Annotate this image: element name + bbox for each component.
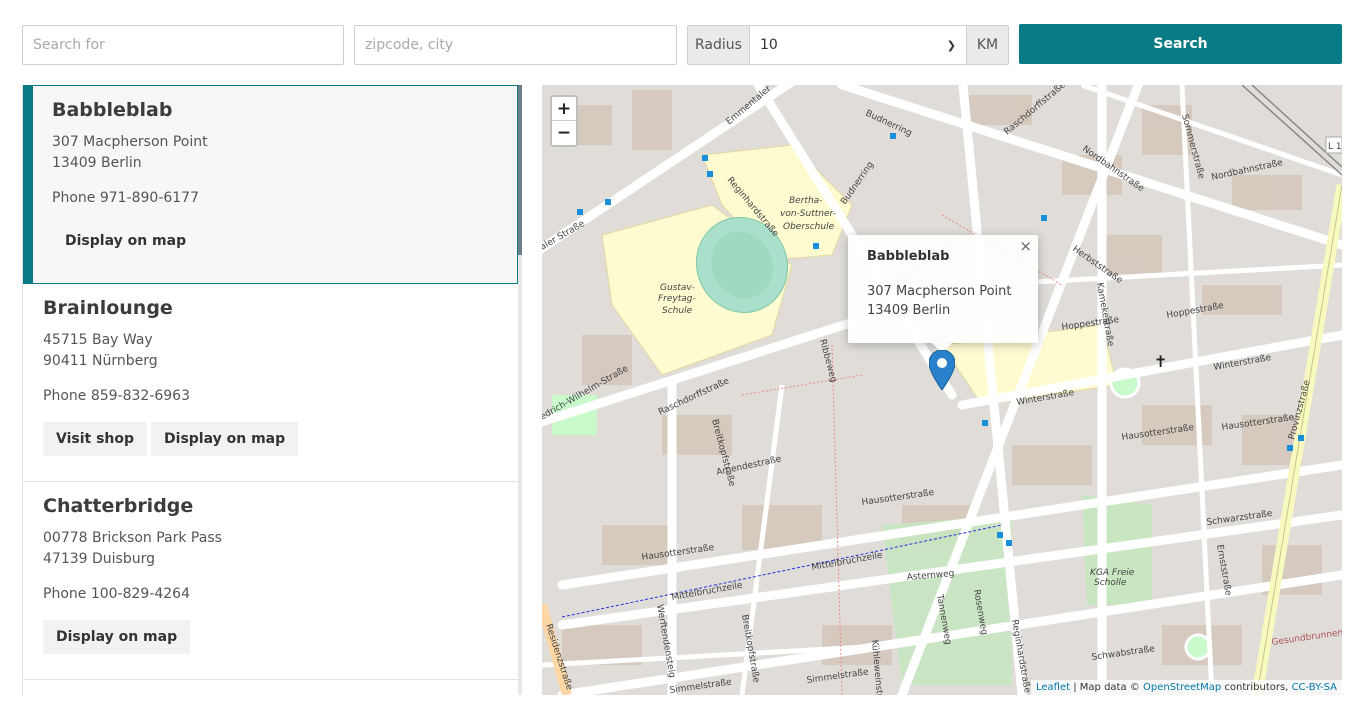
- svg-text:L 1: L 1: [1328, 142, 1342, 152]
- svg-text:Gustav-: Gustav-: [660, 283, 695, 293]
- visit-shop-button[interactable]: Visit shop: [43, 422, 148, 456]
- store-phone: Phone 100-829-4264: [43, 586, 190, 602]
- store-street: 00778 Brickson Park Pass: [43, 530, 222, 546]
- svg-text:KGA Freie: KGA Freie: [1090, 568, 1135, 578]
- radius-select[interactable]: 10 ❯: [750, 25, 967, 65]
- store-actions: Display on map: [43, 620, 518, 654]
- radius-unit: KM: [967, 25, 1009, 65]
- store-name: Babbleblab: [52, 99, 173, 121]
- popup-title: Babbleblab: [867, 249, 950, 264]
- store-list[interactable]: Babbleblab 307 Macpherson Point 13409 Be…: [22, 85, 522, 695]
- store-item-chatterbridge[interactable]: Chatterbridge 00778 Brickson Park Pass 4…: [23, 482, 518, 680]
- store-address: 307 Macpherson Point 13409 Berlin: [52, 132, 517, 174]
- svg-text:Bertha-: Bertha-: [789, 196, 822, 206]
- store-name: Chatterbridge: [43, 495, 194, 517]
- store-street: 307 Macpherson Point: [52, 134, 208, 150]
- store-item-babbleblab[interactable]: Babbleblab 307 Macpherson Point 13409 Be…: [23, 85, 518, 284]
- map-attribution: Leaflet | Map data © OpenStreetMap contr…: [1031, 680, 1342, 695]
- osm-link[interactable]: OpenStreetMap: [1143, 682, 1221, 693]
- store-address: 45715 Bay Way 90411 Nürnberg: [43, 330, 518, 372]
- svg-text:von-Suttner-: von-Suttner-: [780, 209, 836, 219]
- leaflet-link[interactable]: Leaflet: [1036, 682, 1070, 693]
- chevron-down-icon: ❯: [946, 38, 956, 52]
- list-scrollbar[interactable]: [518, 85, 522, 695]
- store-street: 45715 Bay Way: [43, 332, 153, 348]
- license-link[interactable]: CC-BY-SA: [1292, 682, 1337, 693]
- zoom-in-button[interactable]: +: [552, 97, 576, 121]
- svg-text:Freytag-: Freytag-: [658, 294, 696, 304]
- popup-address: 307 Macpherson Point 13409 Berlin: [867, 282, 1019, 320]
- radius-value: 10: [760, 37, 778, 53]
- zoom-control: + −: [550, 95, 578, 147]
- map-popup: × Babbleblab 307 Macpherson Point 13409 …: [848, 235, 1038, 343]
- store-phone: Phone 971-890-6177: [52, 190, 199, 206]
- store-address: 00778 Brickson Park Pass 47139 Duisburg: [43, 528, 518, 570]
- radius-label: Radius: [687, 25, 750, 65]
- svg-text:Scholle: Scholle: [1094, 578, 1127, 588]
- svg-text:Schule: Schule: [662, 306, 693, 316]
- zoom-out-button[interactable]: −: [552, 121, 576, 145]
- display-on-map-button[interactable]: Display on map: [43, 620, 191, 654]
- svg-text:✝: ✝: [1154, 352, 1167, 371]
- search-button[interactable]: Search: [1019, 24, 1342, 64]
- attribution-text: | Map data ©: [1073, 682, 1140, 693]
- store-actions: Display on map: [52, 224, 517, 258]
- store-city: 47139 Duisburg: [43, 551, 155, 567]
- map-tiles: Budnerring Budnerring Raschdorffstraße N…: [542, 85, 1342, 695]
- radius-group: Radius 10 ❯ KM: [687, 25, 1009, 65]
- contributors-text: contributors,: [1224, 682, 1289, 693]
- store-item-brainlounge[interactable]: Brainlounge 45715 Bay Way 90411 Nürnberg…: [23, 284, 518, 482]
- store-phone: Phone 859-832-6963: [43, 388, 190, 404]
- store-city: 13409 Berlin: [52, 155, 142, 171]
- scrollbar-thumb[interactable]: [518, 85, 522, 255]
- popup-city: 13409 Berlin: [867, 303, 951, 318]
- display-on-map-button[interactable]: Display on map: [52, 224, 199, 258]
- location-input[interactable]: [354, 25, 677, 65]
- svg-text:Oberschule: Oberschule: [783, 222, 835, 232]
- store-city: 90411 Nürnberg: [43, 353, 158, 369]
- popup-close-button[interactable]: ×: [1019, 237, 1032, 255]
- store-actions: Visit shop Display on map: [43, 422, 518, 456]
- popup-street: 307 Macpherson Point: [867, 284, 1012, 299]
- map-marker-icon[interactable]: [929, 350, 955, 390]
- search-bar: Radius 10 ❯ KM Search: [22, 24, 1342, 65]
- map[interactable]: Budnerring Budnerring Raschdorffstraße N…: [542, 85, 1342, 695]
- search-input[interactable]: [22, 25, 344, 65]
- store-name: Brainlounge: [43, 297, 173, 319]
- display-on-map-button[interactable]: Display on map: [151, 422, 299, 456]
